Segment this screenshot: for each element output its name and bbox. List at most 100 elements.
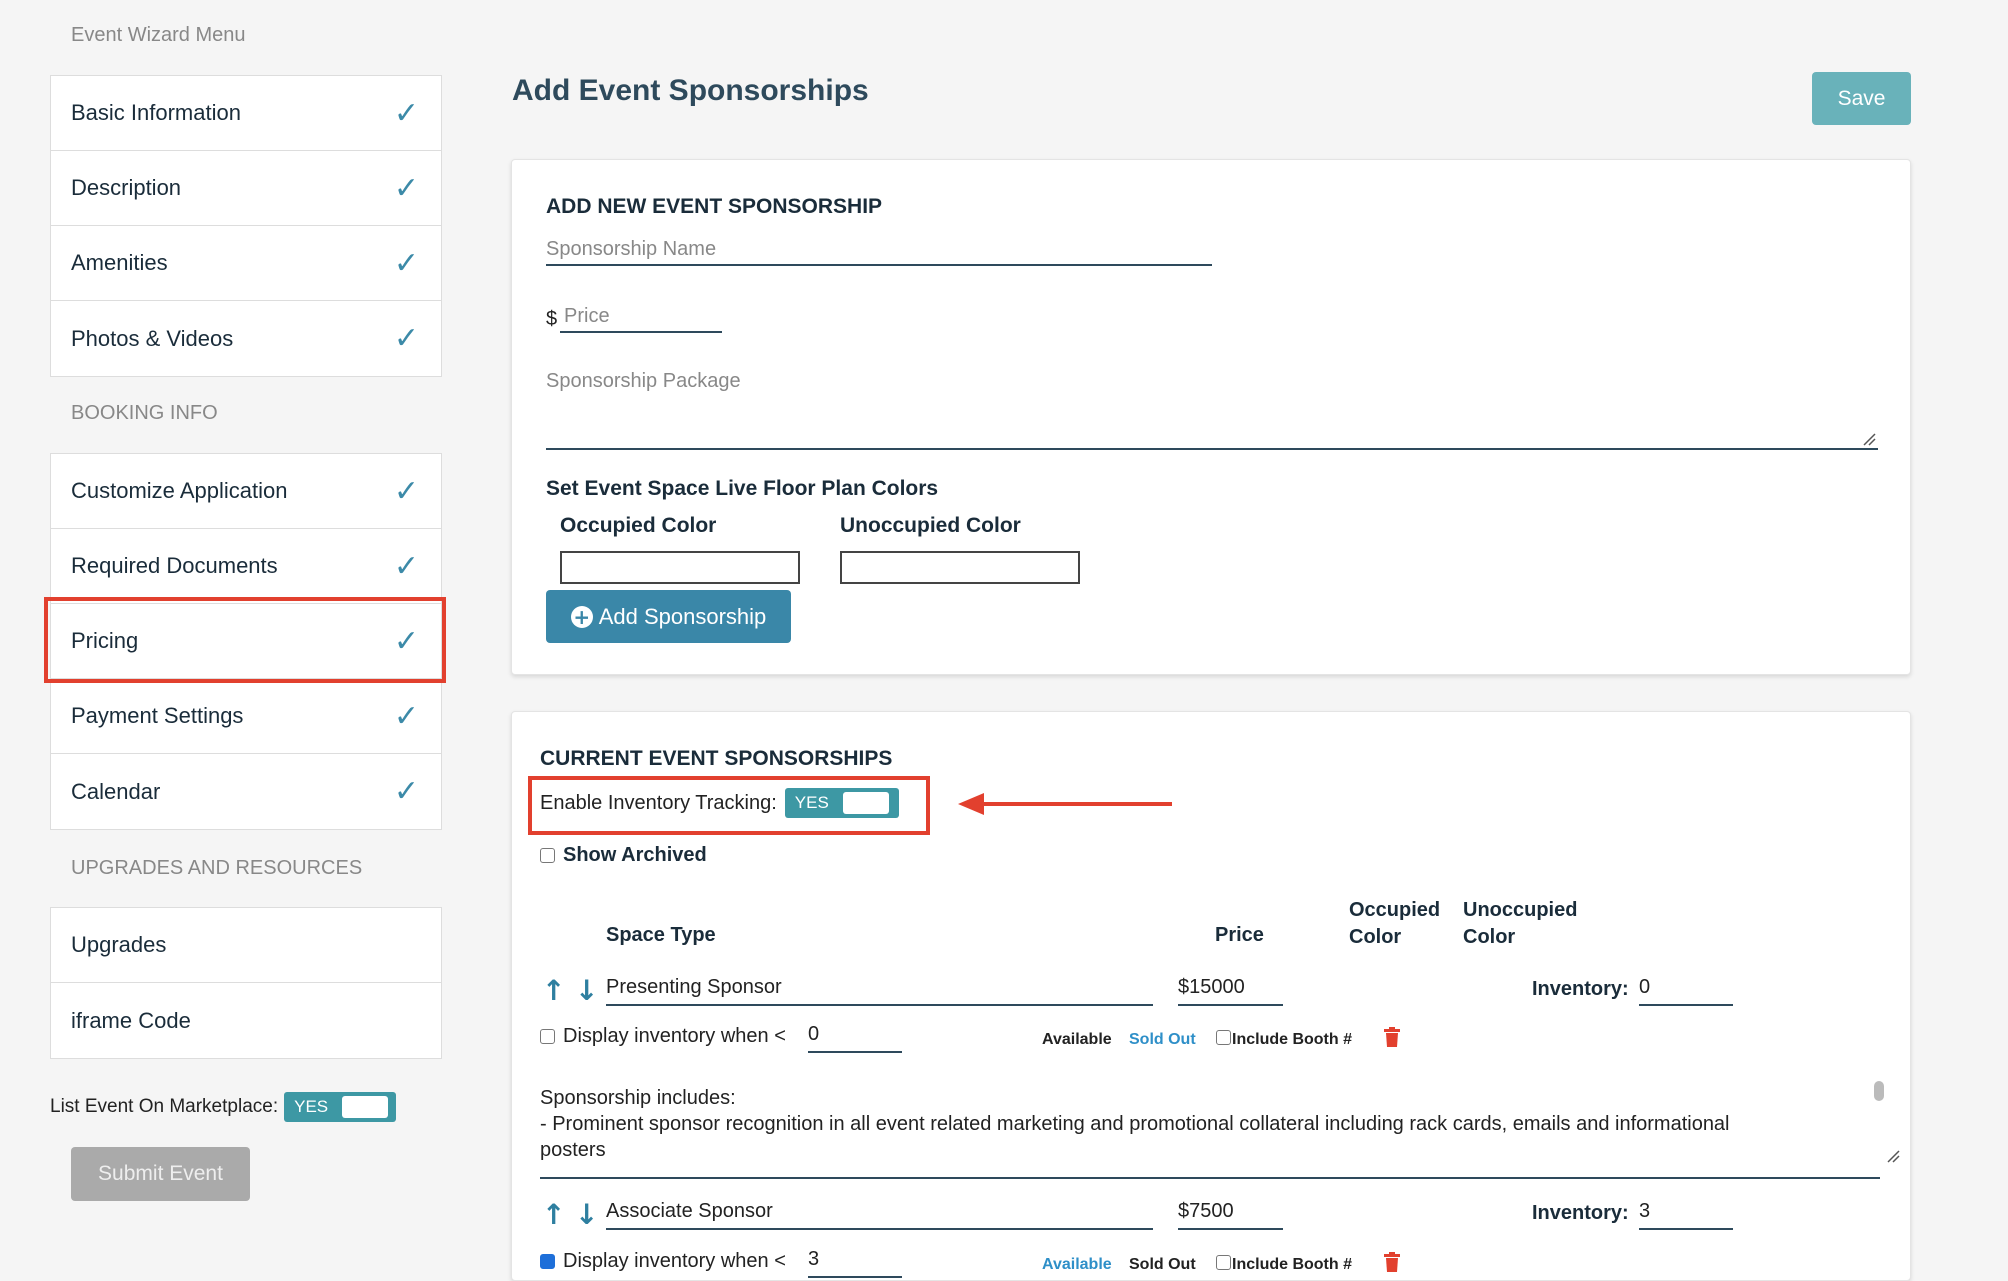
- wizard-sidebar: Event Wizard Menu Basic Information ✓ Des…: [0, 0, 460, 1266]
- marketplace-row: List Event On Marketplace: YES: [50, 1092, 397, 1122]
- occupied-color-label: Occupied Color: [560, 514, 717, 537]
- available-link[interactable]: Available: [1042, 1256, 1112, 1274]
- currency-symbol: $: [546, 308, 558, 330]
- checkmark-icon: ✓: [393, 774, 419, 809]
- includes-line: Sponsorship includes:: [540, 1087, 736, 1109]
- sponsorship-includes-textarea[interactable]: Sponsorship includes: - Prominent sponso…: [540, 1085, 1880, 1179]
- display-inventory-checkbox[interactable]: [540, 1254, 555, 1269]
- save-button[interactable]: Save: [1812, 72, 1911, 125]
- trash-icon[interactable]: [1384, 1027, 1400, 1047]
- display-inventory-label: Display inventory when <: [563, 1025, 786, 1047]
- column-occupied-line1: Occupied: [1349, 899, 1441, 921]
- space-type-input[interactable]: Presenting Sponsor: [606, 976, 1153, 1006]
- includes-line: - Prominent sponsor recognition in all e…: [540, 1113, 1730, 1135]
- sidebar-item-label: Photos & Videos: [71, 325, 234, 351]
- inventory-input[interactable]: 3: [1639, 1200, 1733, 1230]
- checkmark-icon: ✓: [393, 170, 419, 206]
- sidebar-item-required-documents[interactable]: Required Documents ✓: [51, 529, 441, 604]
- occupied-color-input[interactable]: [560, 551, 800, 584]
- column-occupied-color: Occupied Color: [1349, 897, 1440, 951]
- price-input[interactable]: Price: [560, 305, 722, 333]
- plus-circle-icon: +: [570, 605, 593, 628]
- price-field[interactable]: $15000: [1178, 976, 1283, 1006]
- pricing-highlight-box: [44, 597, 446, 683]
- colors-title: Set Event Space Live Floor Plan Colors: [546, 477, 939, 500]
- page-title: Add Event Sponsorships: [512, 74, 869, 107]
- upgrades-title: UPGRADES AND RESOURCES: [71, 857, 363, 879]
- checkmark-icon: ✓: [393, 473, 419, 509]
- column-unoccupied-line2: Color: [1463, 926, 1516, 948]
- sidebar-item-label: Required Documents: [71, 553, 278, 578]
- move-up-icon[interactable]: ↑: [542, 1198, 565, 1231]
- sidebar-item-upgrades[interactable]: Upgrades: [51, 908, 441, 983]
- inventory-label: Inventory:: [1532, 1202, 1629, 1224]
- sidebar-item-payment-settings[interactable]: Payment Settings ✓: [51, 679, 441, 754]
- menu-group-event: Basic Information ✓ Description ✓ Amenitie…: [50, 75, 442, 377]
- sold-out-link[interactable]: Sold Out: [1129, 1031, 1196, 1049]
- sponsorship-package-textarea[interactable]: Sponsorship Package: [546, 370, 1878, 450]
- price-field[interactable]: $7500: [1178, 1200, 1283, 1230]
- sponsorship-name-input[interactable]: Sponsorship Name: [546, 238, 1212, 266]
- move-down-icon[interactable]: ↓: [575, 1198, 598, 1231]
- inventory-input[interactable]: 0: [1639, 976, 1733, 1006]
- sold-out-label[interactable]: Sold Out: [1129, 1256, 1196, 1274]
- unoccupied-color-input[interactable]: [840, 551, 1080, 584]
- inventory-label: Inventory:: [1532, 978, 1629, 1000]
- add-sponsorship-label: Add Sponsorship: [598, 603, 767, 629]
- current-sponsorships-title: CURRENT EVENT SPONSORSHIPS: [540, 747, 893, 770]
- sidebar-item-label: Amenities: [71, 250, 168, 275]
- move-up-icon[interactable]: ↑: [542, 974, 565, 1007]
- space-type-input[interactable]: Associate Sponsor: [606, 1200, 1153, 1230]
- sidebar-item-label: Payment Settings: [71, 703, 244, 728]
- available-label[interactable]: Available: [1042, 1031, 1112, 1049]
- sidebar-title: Event Wizard Menu: [71, 24, 246, 46]
- sidebar-item-label: Customize Application: [71, 478, 288, 503]
- booking-info-title: BOOKING INFO: [71, 402, 218, 424]
- marketplace-toggle[interactable]: YES: [284, 1092, 397, 1122]
- sidebar-item-label: iframe Code: [71, 1007, 191, 1033]
- resize-handle-icon[interactable]: [1886, 1149, 1900, 1163]
- move-down-icon[interactable]: ↓: [575, 974, 598, 1007]
- submit-event-button[interactable]: Submit Event: [71, 1147, 250, 1201]
- sidebar-item-label: Description: [71, 175, 182, 200]
- includes-line: posters: [540, 1139, 606, 1161]
- sidebar-item-label: Calendar: [71, 778, 161, 804]
- sidebar-item-label: Upgrades: [71, 932, 167, 957]
- inventory-highlight-box: [528, 776, 930, 835]
- checkmark-icon: ✓: [393, 95, 419, 131]
- annotation-arrow-icon: [958, 793, 1172, 815]
- resize-handle-icon[interactable]: [1862, 432, 1876, 446]
- sidebar-item-label: Basic Information: [71, 100, 241, 125]
- sidebar-item-calendar[interactable]: Calendar ✓: [51, 754, 441, 829]
- sidebar-item-description[interactable]: Description ✓: [51, 151, 441, 226]
- checkmark-icon: ✓: [393, 245, 419, 281]
- toggle-label: YES: [294, 1097, 329, 1116]
- display-inventory-input[interactable]: 0: [808, 1023, 902, 1053]
- include-booth-checkbox[interactable]: [1216, 1030, 1231, 1045]
- sidebar-item-basic-information[interactable]: Basic Information ✓: [51, 76, 441, 151]
- add-sponsorship-button[interactable]: + Add Sponsorship: [546, 590, 791, 643]
- show-archived-checkbox[interactable]: [540, 848, 555, 863]
- column-unoccupied-color: Unoccupied Color: [1463, 897, 1577, 951]
- marketplace-label: List Event On Marketplace:: [50, 1096, 279, 1117]
- display-inventory-checkbox[interactable]: [540, 1029, 555, 1044]
- column-occupied-line2: Color: [1349, 926, 1402, 948]
- sidebar-item-iframe-code[interactable]: iframe Code: [51, 983, 441, 1058]
- trash-icon[interactable]: [1384, 1252, 1400, 1272]
- scrollbar-thumb[interactable]: [1874, 1081, 1884, 1101]
- add-sponsorship-title: ADD NEW EVENT SPONSORSHIP: [546, 195, 883, 218]
- unoccupied-color-label: Unoccupied Color: [840, 514, 1021, 537]
- sidebar-item-amenities[interactable]: Amenities ✓: [51, 226, 441, 301]
- show-archived-label: Show Archived: [563, 844, 707, 866]
- column-space-type: Space Type: [606, 924, 716, 946]
- include-booth-checkbox[interactable]: [1216, 1255, 1231, 1270]
- display-inventory-label: Display inventory when <: [563, 1250, 786, 1272]
- checkmark-icon: ✓: [393, 698, 419, 734]
- menu-group-upgrades: Upgrades iframe Code: [50, 907, 442, 1059]
- display-inventory-input[interactable]: 3: [808, 1248, 902, 1278]
- column-unoccupied-line1: Unoccupied: [1463, 899, 1578, 921]
- sidebar-item-photos-videos[interactable]: Photos & Videos ✓: [51, 301, 441, 376]
- checkmark-icon: ✓: [393, 321, 419, 356]
- sidebar-item-customize-application[interactable]: Customize Application ✓: [51, 454, 441, 529]
- column-price: Price: [1215, 924, 1264, 946]
